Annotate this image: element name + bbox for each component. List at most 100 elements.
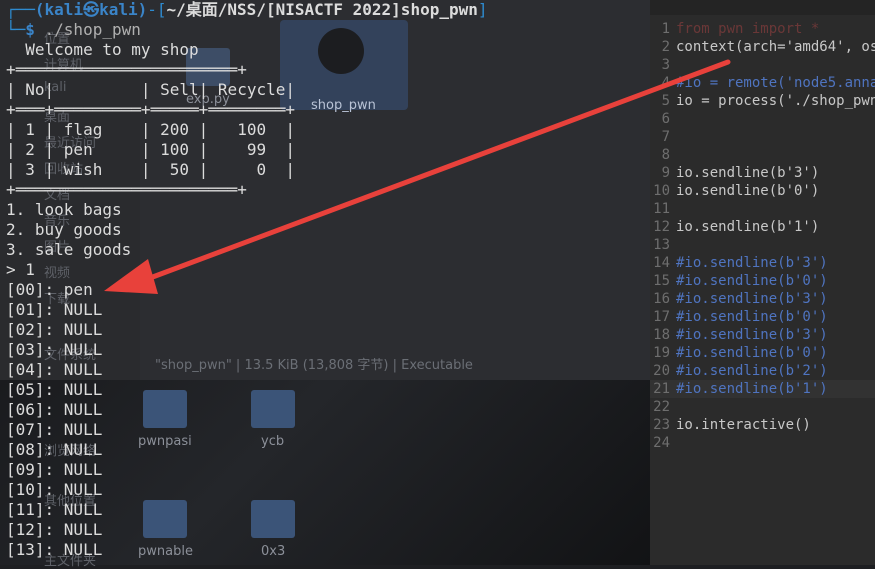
- code-text: #io.sendline(b'3'): [676, 327, 828, 343]
- terminal-line: [11]: NULL: [6, 500, 103, 519]
- terminal-line: +═══+═════════+═════+════════+: [6, 100, 295, 119]
- code-text: io = process('./shop_pwn': [676, 93, 875, 109]
- line-number: 22: [653, 399, 670, 415]
- code-line: 13: [650, 236, 875, 254]
- line-number: 24: [653, 435, 670, 451]
- code-text: from pwn import *: [676, 21, 820, 37]
- terminal-line: | 2 | pen | 100 | 99 |: [6, 140, 295, 159]
- code-line: 24: [650, 434, 875, 452]
- line-number: 5: [661, 93, 670, 109]
- line-number: 23: [653, 417, 670, 433]
- terminal-line: +═══════════════════════+: [6, 180, 247, 199]
- line-number: 6: [661, 111, 670, 127]
- terminal-line: [09]: NULL: [6, 460, 103, 479]
- terminal-line: | 3 | wish | 50 | 0 |: [6, 160, 295, 179]
- line-number: 20: [653, 363, 670, 379]
- editor-tab-bar: [650, 0, 875, 15]
- code-text: io.sendline(b'1'): [676, 219, 820, 235]
- prompt-user: (kali㉿kali): [34, 0, 148, 19]
- code-text: #io = remote('node5.anna: [676, 75, 875, 91]
- terminal-line: [00]: pen: [6, 280, 93, 299]
- prompt-line: ┌──(kali㉿kali)-[~/桌面/NSS/[NISACTF 2022]s…: [6, 0, 488, 20]
- code-text: context(arch='amd64', os=: [676, 39, 875, 55]
- line-number: 11: [653, 201, 670, 217]
- code-line: 3: [650, 56, 875, 74]
- prompt-frame: └─: [6, 20, 26, 39]
- code-line: 18 #io.sendline(b'3'): [650, 326, 875, 344]
- prompt-dollar: $: [25, 20, 45, 39]
- terminal-line: 1. look bags: [6, 200, 122, 219]
- code-line: 12 io.sendline(b'1'): [650, 218, 875, 236]
- code-text: io.sendline(b'3'): [676, 165, 820, 181]
- terminal-line: [12]: NULL: [6, 520, 103, 539]
- terminal-line: > 1: [6, 260, 35, 279]
- line-number: 2: [661, 39, 670, 55]
- code-text: #io.sendline(b'2'): [676, 363, 828, 379]
- command-line: └─$ ./shop_pwn: [6, 20, 141, 40]
- executable-gear-icon: [318, 28, 364, 74]
- line-number: 21: [653, 381, 670, 397]
- line-number: 15: [653, 273, 670, 289]
- code-line: 7: [650, 128, 875, 146]
- code-text: io.interactive(): [676, 417, 811, 433]
- terminal-line: [01]: NULL: [6, 300, 103, 319]
- code-line: 22: [650, 398, 875, 416]
- code-editor[interactable]: 1 from pwn import * 2 context(arch='amd64',…: [650, 0, 875, 565]
- line-number: 4: [661, 75, 670, 91]
- code-text: #io.sendline(b'0'): [676, 309, 828, 325]
- prompt-separator: -[: [147, 0, 167, 19]
- code-text: io.sendline(b'0'): [676, 183, 820, 199]
- line-number: 19: [653, 345, 670, 361]
- terminal-line: 2. buy goods: [6, 220, 122, 239]
- terminal-output: ┌──(kali㉿kali)-[~/桌面/NSS/[NISACTF 2022]s…: [0, 0, 488, 565]
- code-line: 6: [650, 110, 875, 128]
- line-number: 17: [653, 309, 670, 325]
- code-line: 4 #io = remote('node5.anna: [650, 74, 875, 92]
- line-number: 1: [661, 21, 670, 37]
- code-text: #io.sendline(b'3'): [676, 255, 828, 271]
- code-text: #io.sendline(b'1'): [676, 381, 828, 397]
- line-number: 13: [653, 237, 670, 253]
- line-number: 10: [653, 183, 670, 199]
- line-number: 7: [661, 129, 670, 145]
- terminal-line: | No| | Sell| Recycle|: [6, 80, 295, 99]
- terminal-line: [04]: NULL: [6, 360, 103, 379]
- code-line: 15 #io.sendline(b'0'): [650, 272, 875, 290]
- prompt-bracket: ]: [477, 0, 488, 19]
- code-line: 9 io.sendline(b'3'): [650, 164, 875, 182]
- code-line: 1 from pwn import *: [650, 20, 875, 38]
- file-shop-pwn[interactable]: shop_pwn: [311, 92, 376, 113]
- terminal-line: Welcome to my shop: [6, 40, 199, 59]
- code-line: 17 #io.sendline(b'0'): [650, 308, 875, 326]
- code-line: 11: [650, 200, 875, 218]
- terminal-line: [06]: NULL: [6, 400, 103, 419]
- terminal-line: 3. sale goods: [6, 240, 132, 259]
- code-line: 19 #io.sendline(b'0'): [650, 344, 875, 362]
- terminal-line: [08]: NULL: [6, 440, 103, 459]
- line-number: 14: [653, 255, 670, 271]
- terminal-line: [03]: NULL: [6, 340, 103, 359]
- code-line: 16 #io.sendline(b'3'): [650, 290, 875, 308]
- line-number: 12: [653, 219, 670, 235]
- code-text: #io.sendline(b'0'): [676, 273, 828, 289]
- line-number: 8: [661, 147, 670, 163]
- terminal-line: [07]: NULL: [6, 420, 103, 439]
- command-text: ./shop_pwn: [44, 20, 141, 39]
- line-number: 9: [661, 165, 670, 181]
- terminal-line: [13]: NULL: [6, 540, 103, 559]
- code-line: 5 io = process('./shop_pwn': [650, 92, 875, 110]
- code-text: #io.sendline(b'3'): [676, 291, 828, 307]
- terminal-line: | 1 | flag | 200 | 100 |: [6, 120, 295, 139]
- code-line: 10 io.sendline(b'0'): [650, 182, 875, 200]
- code-line: 20 #io.sendline(b'2'): [650, 362, 875, 380]
- line-number: 18: [653, 327, 670, 343]
- code-line: 23 io.interactive(): [650, 416, 875, 434]
- code-line: 8: [650, 146, 875, 164]
- code-line: 21 #io.sendline(b'1'): [650, 380, 875, 398]
- code-line: 2 context(arch='amd64', os=: [650, 38, 875, 56]
- terminal-line: [02]: NULL: [6, 320, 103, 339]
- code-line: 14 #io.sendline(b'3'): [650, 254, 875, 272]
- code-text: #io.sendline(b'0'): [676, 345, 828, 361]
- terminal-line: [05]: NULL: [6, 380, 103, 399]
- terminal-line: +═══════════════════════+: [6, 60, 247, 79]
